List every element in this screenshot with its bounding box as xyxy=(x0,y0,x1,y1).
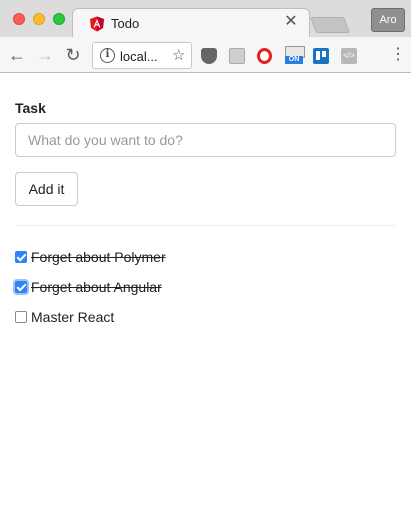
reload-icon[interactable]: ↻ xyxy=(61,43,85,67)
window-maximize-button[interactable] xyxy=(53,13,65,25)
todo-checkbox[interactable] xyxy=(15,281,27,293)
add-task-button[interactable]: Add it xyxy=(15,172,78,206)
title-bar: Todo ✕ Aro xyxy=(0,0,411,38)
todo-text: Forget about Polymer xyxy=(31,249,166,265)
browser-tab[interactable]: Todo ✕ xyxy=(72,8,310,38)
menu-dots-icon[interactable]: ⋮ xyxy=(390,45,406,65)
divider xyxy=(15,225,396,226)
todo-item[interactable]: Master React xyxy=(15,306,114,328)
window-close-button[interactable] xyxy=(13,13,25,25)
address-bar[interactable]: i local... ☆ xyxy=(92,42,192,69)
bookmark-star-icon[interactable]: ☆ xyxy=(172,46,185,64)
new-tab-button[interactable] xyxy=(310,17,350,33)
todo-item[interactable]: Forget about Angular xyxy=(15,276,162,298)
forward-arrow-icon[interactable]: → xyxy=(33,43,57,67)
todo-text: Forget about Angular xyxy=(31,279,162,295)
extension-icon[interactable] xyxy=(229,48,245,64)
on-extension-icon[interactable]: ON xyxy=(285,46,305,64)
trello-icon[interactable] xyxy=(313,48,329,64)
opera-icon[interactable] xyxy=(257,48,272,64)
window-minimize-button[interactable] xyxy=(33,13,45,25)
task-label: Task xyxy=(15,100,46,116)
code-extension-icon[interactable]: </> xyxy=(341,48,357,64)
todo-text: Master React xyxy=(31,309,115,325)
todo-item[interactable]: Forget about Polymer xyxy=(15,246,166,268)
pocket-icon[interactable] xyxy=(201,48,217,64)
angular-icon xyxy=(89,16,105,32)
task-input[interactable] xyxy=(15,123,396,157)
address-url: local... xyxy=(120,49,158,64)
todo-checkbox[interactable] xyxy=(15,311,27,323)
todo-checkbox[interactable] xyxy=(15,251,27,263)
profile-button[interactable]: Aro xyxy=(371,8,405,32)
tab-title: Todo xyxy=(111,16,140,31)
back-arrow-icon[interactable]: ← xyxy=(5,43,29,67)
info-icon[interactable]: i xyxy=(100,48,115,63)
close-tab-icon[interactable]: ✕ xyxy=(283,13,299,31)
browser-toolbar: ← → ↻ i local... ☆ ON </> ⋮ xyxy=(0,37,411,73)
